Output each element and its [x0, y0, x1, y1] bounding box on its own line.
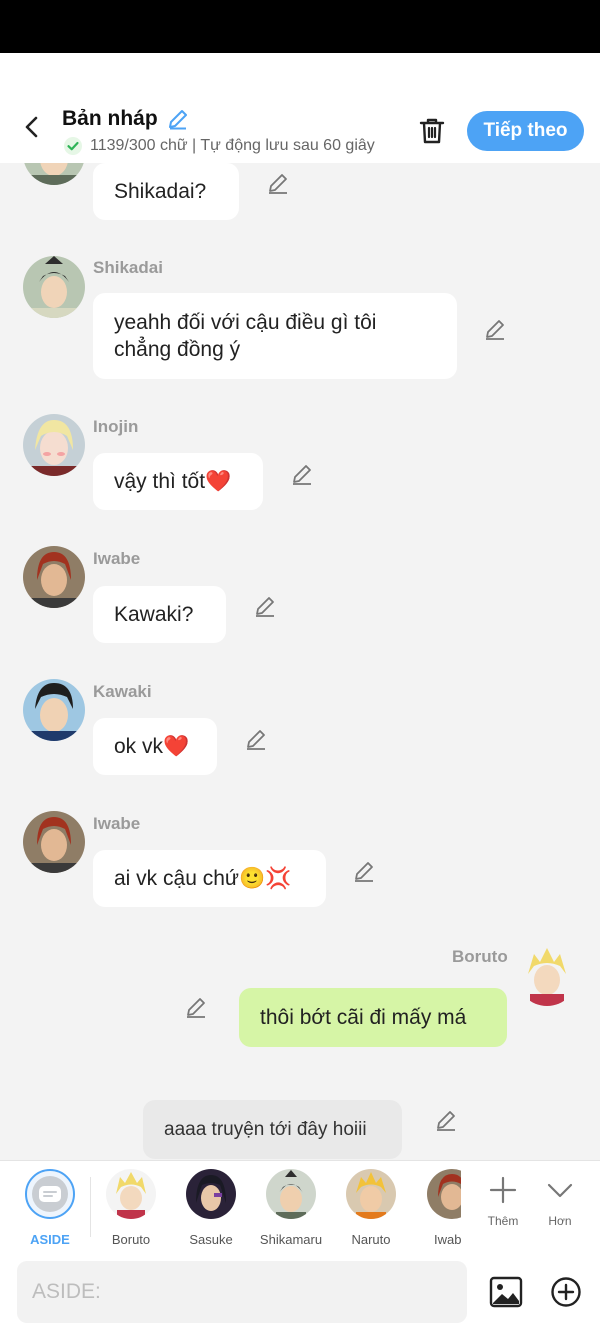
message-bubble[interactable]: Shikadai? [93, 163, 239, 220]
pencil-icon[interactable] [166, 107, 190, 131]
character-name: Boruto [111, 1232, 151, 1247]
plus-circle-icon[interactable] [550, 1276, 582, 1308]
message-text: thôi bớt cãi đi mấy má [260, 1006, 467, 1029]
divider [90, 1177, 91, 1237]
message-bubble[interactable]: Kawaki? [93, 586, 226, 643]
sender-name: Shikadai [93, 258, 163, 277]
avatar[interactable] [23, 414, 85, 476]
character-boruto[interactable]: Boruto [93, 1169, 169, 1247]
character-name: Shikamaru [259, 1232, 323, 1247]
message-bubble[interactable]: vậy thì tốt❤️ [93, 453, 263, 510]
next-button[interactable]: Tiếp theo [467, 111, 584, 151]
message-bubble[interactable]: thôi bớt cãi đi mấy má [239, 988, 507, 1047]
check-circle-icon [64, 137, 82, 155]
tool-label: Hơn [548, 1214, 572, 1228]
more-button[interactable]: Hơn [535, 1175, 585, 1228]
character-name: Sasuke [189, 1232, 233, 1247]
avatar [346, 1169, 396, 1219]
word-count-status: 1139/300 chữ | Tự động lưu sau 60 giây [90, 137, 375, 154]
message-text: Kawaki? [114, 603, 194, 626]
chevron-left-icon[interactable] [18, 113, 46, 141]
message-text: aaaa truyện tới đây hoiii [164, 1119, 367, 1140]
avatar[interactable] [516, 944, 578, 1006]
character-sasuke[interactable]: Sasuke [173, 1169, 249, 1247]
image-icon[interactable] [489, 1275, 523, 1309]
message-text: yeahh đối với cậu điều gì tôi chẳng đồng… [114, 311, 377, 361]
character-name: Iwabe [434, 1232, 461, 1247]
chevron-down-icon [547, 1183, 573, 1198]
chat-area: Shikadai? Shikadai yeahh đối với cậu điề… [0, 163, 600, 1160]
message-text: Shikadai? [114, 180, 207, 203]
character-shikamaru[interactable]: Shikamaru [253, 1169, 329, 1247]
avatar [266, 1169, 316, 1219]
avatar[interactable] [23, 811, 85, 873]
message-bubble[interactable]: ok vk❤️ [93, 718, 217, 775]
message-text: ai vk cậu chứ🙂💢 [114, 867, 292, 890]
input-bar [0, 1250, 600, 1333]
pencil-icon[interactable] [244, 727, 268, 751]
page-title: Bản nháp [62, 107, 158, 130]
save-status: 1139/300 chữ | Tự động lưu sau 60 giây [64, 137, 375, 155]
character-bar: ASIDE Boruto Sasuke Shikamaru Naruto Iwa… [0, 1160, 600, 1250]
avatar[interactable] [23, 546, 85, 608]
header: Bản nháp 1139/300 chữ | Tự động lưu sau … [0, 53, 600, 163]
character-naruto[interactable]: Naruto [333, 1169, 409, 1247]
message-text: vậy thì tốt❤️ [114, 470, 232, 493]
message-text: ok vk❤️ [114, 735, 190, 758]
pencil-icon[interactable] [434, 1108, 458, 1132]
title-row: Bản nháp [62, 107, 190, 131]
pencil-icon[interactable] [266, 171, 290, 195]
pencil-icon[interactable] [483, 317, 507, 341]
add-character-button[interactable]: Thêm [478, 1175, 528, 1228]
trash-icon[interactable] [416, 115, 448, 147]
sender-name: Boruto [452, 947, 508, 966]
pencil-icon[interactable] [352, 859, 376, 883]
character-name: ASIDE [30, 1232, 70, 1247]
pencil-icon[interactable] [184, 995, 208, 1019]
status-bar [0, 0, 600, 53]
avatar[interactable] [23, 256, 85, 318]
avatar[interactable] [23, 679, 85, 741]
sender-name: Inojin [93, 417, 139, 436]
sender-name: Iwabe [93, 549, 141, 568]
aside-avatar [25, 1169, 75, 1219]
tool-label: Thêm [487, 1214, 519, 1228]
pencil-icon[interactable] [253, 594, 277, 618]
avatar [106, 1169, 156, 1219]
message-bubble[interactable]: ai vk cậu chứ🙂💢 [93, 850, 326, 907]
character-aside[interactable]: ASIDE [12, 1169, 88, 1247]
narration-bubble[interactable]: aaaa truyện tới đây hoiii [143, 1100, 402, 1159]
avatar[interactable] [23, 163, 85, 185]
message-bubble[interactable]: yeahh đối với cậu điều gì tôi chẳng đồng… [93, 293, 457, 379]
sender-name: Kawaki [93, 682, 152, 701]
avatar [186, 1169, 236, 1219]
character-iwabe[interactable]: Iwabe [413, 1169, 461, 1247]
pencil-icon[interactable] [290, 462, 314, 486]
message-input[interactable] [17, 1261, 467, 1323]
character-name: Naruto [351, 1232, 391, 1247]
narration-icon [39, 1186, 61, 1202]
plus-icon [489, 1176, 517, 1204]
avatar [427, 1169, 461, 1219]
sender-name: Iwabe [93, 814, 141, 833]
